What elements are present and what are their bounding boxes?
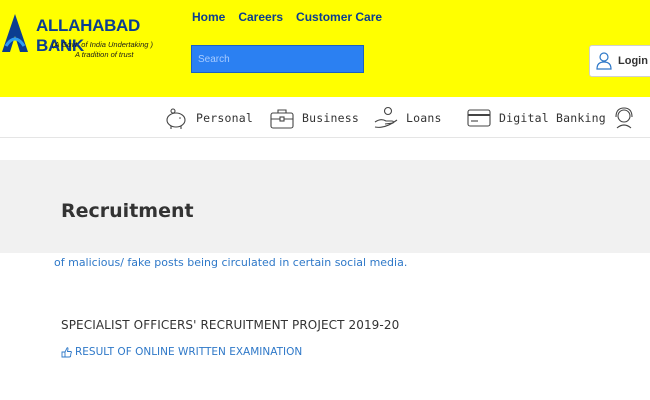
nav-label-business: Business: [302, 111, 359, 125]
page-title: Recruitment: [61, 200, 194, 222]
hand-pointing-icon: [61, 346, 72, 357]
support-agent-icon: [615, 107, 633, 129]
top-nav-careers[interactable]: Careers: [238, 10, 283, 24]
search-input[interactable]: [191, 45, 364, 73]
allahabad-bank-logo-icon: [2, 14, 28, 52]
card-icon: [467, 109, 491, 127]
bank-subtitle: (A Govt. of India Undertaking ): [52, 40, 154, 49]
result-link-label: RESULT OF ONLINE WRITTEN EXAMINATION: [75, 346, 303, 358]
page-title-band: Recruitment: [0, 160, 650, 253]
project-heading: SPECIALIST OFFICERS' RECRUITMENT PROJECT…: [61, 318, 400, 332]
result-link[interactable]: RESULT OF ONLINE WRITTEN EXAMINATION: [61, 346, 302, 358]
notice-text: of malicious/ fake posts being circulate…: [54, 256, 408, 269]
site-header: ALLAHABAD BANK (A Govt. of India Underta…: [0, 0, 650, 97]
nav-item-digital-banking[interactable]: Digital Banking: [466, 103, 606, 133]
top-nav-home[interactable]: Home: [192, 10, 225, 24]
login-label: Login: [618, 55, 648, 67]
nav-label-personal: Personal: [196, 111, 253, 125]
nav-item-personal[interactable]: Personal: [163, 103, 253, 133]
nav-label-loans: Loans: [406, 111, 442, 125]
nav-item-customer-service[interactable]: [611, 103, 644, 133]
hand-coins-icon: [374, 106, 398, 128]
nav-label-digital-banking: Digital Banking: [499, 111, 606, 125]
piggy-bank-icon: [166, 108, 186, 129]
bank-logo[interactable]: ALLAHABAD BANK (A Govt. of India Underta…: [0, 10, 185, 70]
nav-item-business[interactable]: Business: [269, 103, 359, 133]
login-button[interactable]: Login: [589, 45, 650, 77]
user-icon: [596, 52, 612, 70]
bank-tagline: A tradition of trust: [75, 50, 134, 59]
briefcase-icon: [270, 109, 294, 129]
top-nav-customer-care[interactable]: Customer Care: [296, 10, 382, 24]
top-nav: Home Careers Customer Care: [192, 10, 382, 24]
nav-item-loans[interactable]: Loans: [373, 103, 442, 133]
main-nav: Personal Business Loans Digital Banking: [0, 97, 650, 138]
